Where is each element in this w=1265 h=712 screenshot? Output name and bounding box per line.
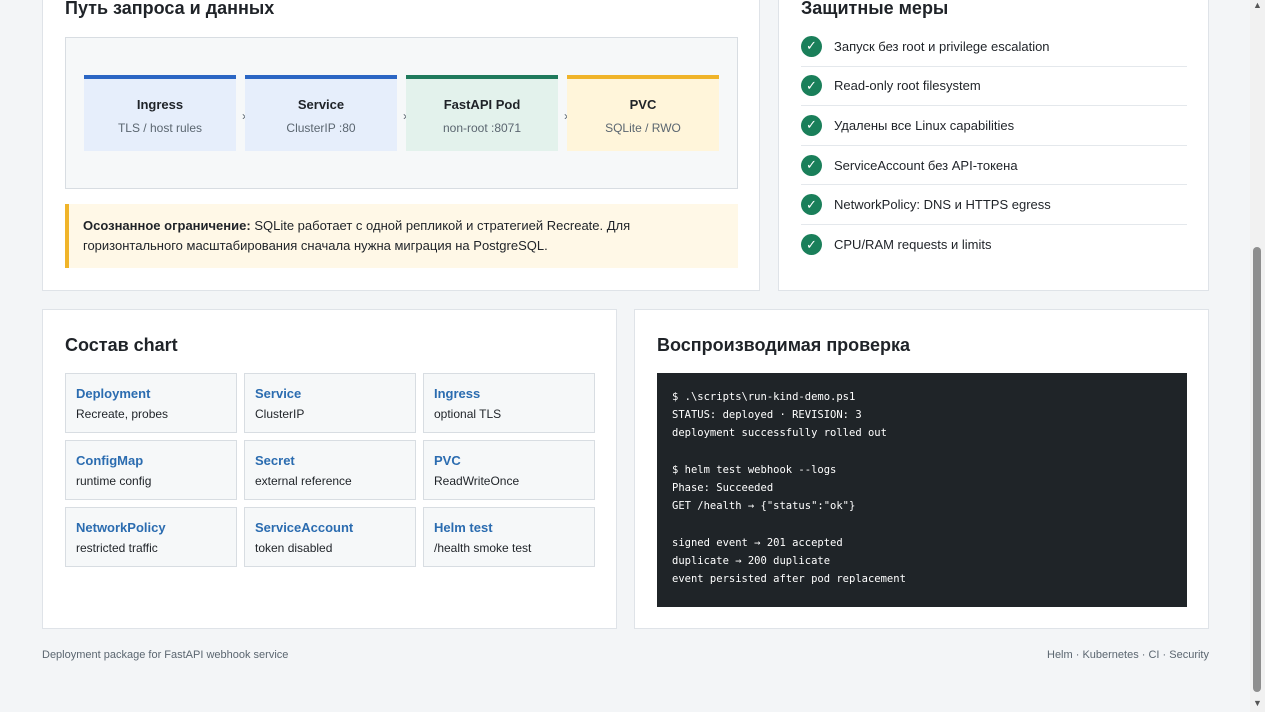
- resource-title: Ingress: [434, 386, 481, 401]
- security-measures-card: Защитные меры ✓ Запуск без root и privil…: [778, 0, 1209, 291]
- security-measures-list: ✓ Запуск без root и privilege escalation…: [801, 27, 1187, 265]
- resource-desc: external reference: [255, 474, 352, 488]
- list-item: ✓ Удалены все Linux capabilities: [801, 106, 1187, 146]
- resource-desc: optional TLS: [434, 407, 502, 421]
- list-item: ✓ CPU/RAM requests и limits: [801, 225, 1187, 265]
- resource-card-helm-test: Helm test /health smoke test: [423, 507, 595, 567]
- flow-step-pvc: PVC SQLite / RWO: [567, 75, 719, 151]
- flow-step-name: Service: [297, 97, 345, 112]
- flow-step-sub: ClusterIP :80: [286, 121, 356, 135]
- flow-step-name: Ingress: [136, 97, 184, 112]
- security-item-label: Read-only root filesystem: [834, 78, 981, 94]
- flow-step-bar: [406, 75, 558, 79]
- flow-step-sub: non-root :8071: [442, 121, 522, 135]
- resource-title: ConfigMap: [76, 453, 144, 468]
- security-measures-title: Защитные меры: [801, 0, 949, 18]
- resource-desc: ClusterIP: [255, 407, 305, 421]
- resource-desc: restricted traffic: [76, 541, 158, 555]
- limitation-note: Осознанное ограничение: SQLite работает …: [65, 204, 738, 268]
- resource-desc: /health smoke test: [434, 541, 532, 555]
- security-item-label: CPU/RAM requests и limits: [834, 237, 992, 253]
- resource-title: ServiceAccount: [255, 520, 354, 535]
- check-circle-icon: ✓: [801, 75, 822, 97]
- flow-step-sub: TLS / host rules: [117, 121, 203, 135]
- terminal-line: signed event → 201 accepted: [672, 536, 843, 549]
- terminal-line: GET /health → {"status":"ok"}: [672, 500, 856, 513]
- scroll-up-icon[interactable]: ▲: [1252, 0, 1263, 10]
- resource-title: Service: [255, 386, 302, 401]
- resource-title: Secret: [255, 453, 295, 468]
- terminal-line: $ .\scripts\run-kind-demo.ps1: [672, 391, 856, 403]
- resource-desc: ReadWriteOnce: [434, 474, 520, 488]
- resource-desc: Recreate, probes: [76, 407, 169, 421]
- flow-step-bar: [84, 75, 236, 79]
- check-circle-icon: ✓: [801, 194, 822, 216]
- chart-composition-title: Состав chart: [65, 335, 178, 355]
- page-scrollbar[interactable]: ▲ ▼: [1250, 0, 1265, 712]
- flow-step-service: Service ClusterIP :80: [245, 75, 397, 151]
- terminal-line: event persisted after pod replacement: [672, 572, 906, 585]
- resource-card-secret: Secret external reference: [244, 440, 416, 500]
- terminal-line: duplicate → 200 duplicate: [672, 554, 831, 567]
- terminal-line: STATUS: deployed · REVISION: 3: [672, 409, 862, 422]
- check-circle-icon: ✓: [801, 234, 822, 256]
- scrollbar-thumb[interactable]: [1253, 247, 1261, 692]
- resource-card-service: Service ClusterIP: [244, 373, 416, 433]
- flow-step-sub: SQLite / RWO: [605, 121, 681, 135]
- list-item: ✓ NetworkPolicy: DNS и HTTPS egress: [801, 185, 1187, 225]
- resource-title: PVC: [434, 453, 461, 468]
- list-item: ✓ Запуск без root и privilege escalation: [801, 27, 1187, 67]
- scroll-down-icon[interactable]: ▼: [1252, 698, 1263, 708]
- resource-card-deployment: Deployment Recreate, probes: [65, 373, 237, 433]
- check-circle-icon: ✓: [801, 35, 822, 57]
- security-item-label: Удалены все Linux capabilities: [834, 117, 1015, 133]
- footer-tags: Helm · Kubernetes · CI · Security: [1047, 649, 1209, 661]
- resource-title: NetworkPolicy: [76, 520, 166, 535]
- resource-card-configmap: ConfigMap runtime config: [65, 440, 237, 500]
- terminal-line: $ helm test webhook --logs: [672, 463, 837, 476]
- request-flow-diagram: Ingress TLS / host rules › Service Clust…: [65, 37, 738, 189]
- flow-step-bar: [245, 75, 397, 79]
- footer-description: Deployment package for FastAPI webhook s…: [42, 649, 289, 661]
- reproducible-check-title: Воспроизводимая проверка: [657, 335, 911, 355]
- request-path-card: Путь запроса и данных Ingress TLS / host…: [42, 0, 760, 291]
- resource-card-pvc: PVC ReadWriteOnce: [423, 440, 595, 500]
- flow-step-name: PVC: [629, 97, 657, 112]
- terminal-line: deployment successfully rolled out: [672, 427, 887, 440]
- resource-card-ingress: Ingress optional TLS: [423, 373, 595, 433]
- flow-step-bar: [567, 75, 719, 79]
- security-item-label: NetworkPolicy: DNS и HTTPS egress: [834, 197, 1051, 213]
- terminal-output: $ .\scripts\run-kind-demo.ps1 STATUS: de…: [657, 373, 1187, 607]
- chart-composition-card: Состав chart Deployment Recreate, probes…: [42, 309, 617, 629]
- security-item-label: Запуск без root и privilege escalation: [834, 38, 1050, 54]
- resource-card-networkpolicy: NetworkPolicy restricted traffic: [65, 507, 237, 567]
- flow-step-fastapi-pod: FastAPI Pod non-root :8071: [406, 75, 558, 151]
- resource-desc: token disabled: [255, 541, 333, 555]
- limitation-note-label: Осознанное ограничение:: [83, 218, 251, 233]
- request-path-title: Путь запроса и данных: [65, 0, 275, 18]
- resource-card-serviceaccount: ServiceAccount token disabled: [244, 507, 416, 567]
- resource-desc: runtime config: [76, 474, 152, 488]
- resource-title: Deployment: [76, 386, 151, 401]
- flow-step-name: FastAPI Pod: [443, 97, 521, 112]
- reproducible-check-card: Воспроизводимая проверка $ .\scripts\run…: [634, 309, 1209, 629]
- check-circle-icon: ✓: [801, 114, 822, 136]
- check-circle-icon: ✓: [801, 154, 822, 176]
- list-item: ✓ ServiceAccount без API-токена: [801, 146, 1187, 186]
- flow-step-ingress: Ingress TLS / host rules: [84, 75, 236, 151]
- resource-title: Helm test: [434, 520, 493, 535]
- list-item: ✓ Read-only root filesystem: [801, 67, 1187, 107]
- terminal-line: Phase: Succeeded: [672, 481, 774, 494]
- security-item-label: ServiceAccount без API-токена: [834, 157, 1018, 173]
